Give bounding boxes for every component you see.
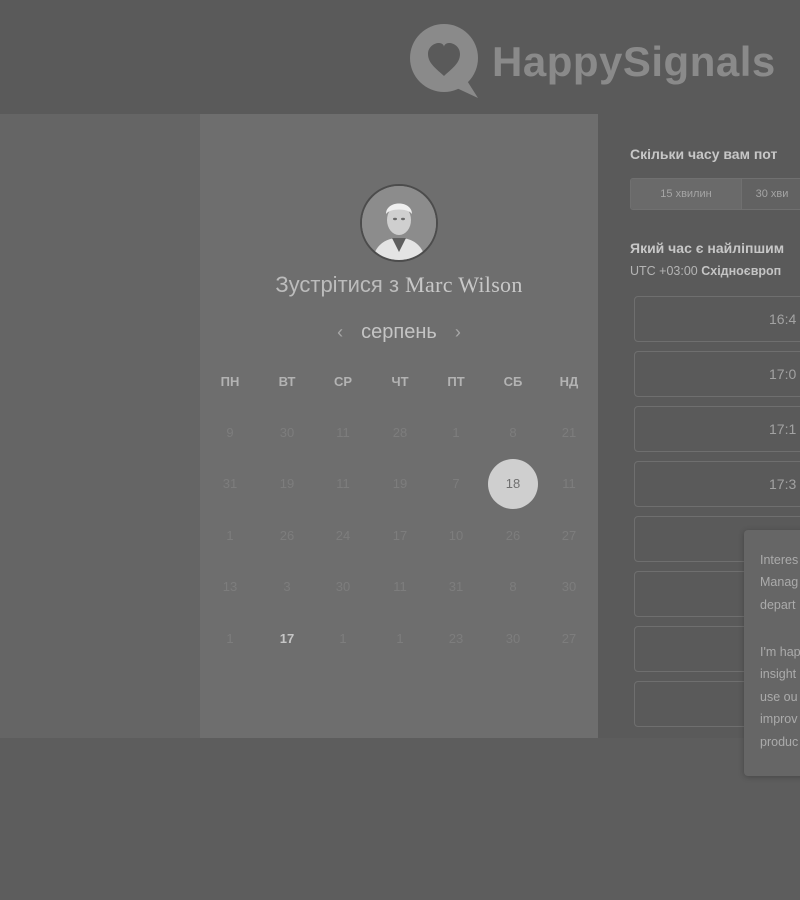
time-slot-button[interactable]: 16:4 [634, 296, 800, 342]
duration-option-30[interactable]: 30 хви [742, 179, 800, 209]
chevron-left-icon[interactable]: ‹ [337, 322, 343, 343]
time-slot-button[interactable]: 17:3 [634, 461, 800, 507]
person-photo-icon [362, 186, 436, 260]
calendar-day[interactable]: 10 [431, 511, 481, 561]
chat-message-line: use ou [760, 690, 798, 704]
calendar-day[interactable]: 9 [205, 408, 255, 458]
calendar-day[interactable]: 17 [262, 614, 312, 664]
time-question: Який час є найліпшим [630, 240, 785, 256]
chat-message-line: Manag [760, 575, 799, 589]
calendar-day[interactable]: 3 [262, 562, 312, 612]
weekday-label: ЧТ [391, 374, 409, 389]
duration-selector: 15 хвилин 30 хви [630, 178, 800, 210]
weekday-label: НД [559, 374, 579, 389]
chat-message-line: Interes [760, 553, 799, 567]
calendar-day[interactable]: 11 [375, 562, 425, 612]
timezone-label[interactable]: UTC +03:00 Східноєвроп [630, 264, 781, 278]
calendar-day[interactable]: 1 [205, 614, 255, 664]
calendar-day[interactable]: 30 [318, 562, 368, 612]
chat-message-line: depart [760, 598, 796, 612]
calendar-day[interactable]: 21 [544, 408, 594, 458]
calendar-day[interactable]: 30 [488, 614, 538, 664]
calendar-day[interactable]: 1 [375, 614, 425, 664]
time-slot-button[interactable]: 17:0 [634, 351, 800, 397]
calendar-day[interactable]: 11 [318, 408, 368, 458]
weekday-label: СБ [503, 374, 523, 389]
calendar-day[interactable]: 19 [375, 459, 425, 509]
weekday-label: СР [333, 374, 353, 389]
calendar-day[interactable]: 8 [488, 562, 538, 612]
weekday-label: ВТ [278, 374, 296, 389]
calendar-day[interactable]: 19 [262, 459, 312, 509]
month-label: серпень [361, 320, 437, 343]
heart-bubble-icon [410, 24, 478, 98]
bottom-backdrop [0, 738, 800, 900]
calendar-day[interactable]: 1 [318, 614, 368, 664]
chat-message-line: I'm hap [760, 645, 800, 659]
weekday-label: ПТ [447, 374, 465, 389]
calendar-day[interactable]: 24 [318, 511, 368, 561]
chat-message-line: insight [760, 667, 797, 681]
duration-option-15[interactable]: 15 хвилин [631, 179, 742, 209]
chevron-right-icon[interactable]: › [455, 322, 461, 343]
left-backdrop [0, 114, 200, 738]
calendar-day[interactable]: 7 [431, 459, 481, 509]
calendar-day[interactable]: 17 [375, 511, 425, 561]
calendar-day[interactable]: 31 [431, 562, 481, 612]
month-navigation: ‹ серпень › [200, 318, 598, 346]
avatar [360, 184, 438, 262]
chat-popup[interactable]: Interes Manag depart I'm hap insight use ou im… [744, 530, 800, 776]
calendar-day[interactable]: 30 [544, 562, 594, 612]
top-bar: HappySignals [0, 0, 800, 114]
calendar-panel: Зустрітися з Marc Wilson ‹ серпень › ПН В… [200, 114, 598, 738]
title-prefix: Зустрітися з [275, 272, 400, 297]
weekday-label: ПН [220, 374, 240, 389]
calendar-day[interactable]: 27 [544, 511, 594, 561]
host-name: Marc Wilson [405, 272, 523, 297]
happysignals-logo[interactable]: HappySignals [408, 24, 776, 100]
calendar-day[interactable]: 26 [262, 511, 312, 561]
calendar-day[interactable]: 26 [488, 511, 538, 561]
meeting-title: Зустрітися з Marc Wilson [200, 272, 598, 298]
calendar-day[interactable]: 11 [318, 459, 368, 509]
timezone-name: Східноєвроп [701, 264, 782, 278]
duration-question: Скільки часу вам пот [630, 146, 778, 162]
calendar-day[interactable]: 13 [205, 562, 255, 612]
calendar-day[interactable]: 8 [488, 408, 538, 458]
calendar-day[interactable]: 1 [205, 511, 255, 561]
calendar-day[interactable]: 1 [431, 408, 481, 458]
brand-name: HappySignals [492, 38, 776, 85]
calendar-day[interactable]: 23 [431, 614, 481, 664]
calendar-day[interactable]: 28 [375, 408, 425, 458]
chat-message-line: produc [760, 735, 799, 749]
calendar-day[interactable]: 11 [544, 459, 594, 509]
calendar-day[interactable]: 31 [205, 459, 255, 509]
calendar-day[interactable]: 18 [488, 459, 538, 509]
timezone-offset: UTC +03:00 [630, 264, 698, 278]
calendar-day[interactable]: 27 [544, 614, 594, 664]
time-slot-button[interactable]: 17:1 [634, 406, 800, 452]
calendar-day[interactable]: 30 [262, 408, 312, 458]
chat-message-line: improv [760, 712, 798, 726]
